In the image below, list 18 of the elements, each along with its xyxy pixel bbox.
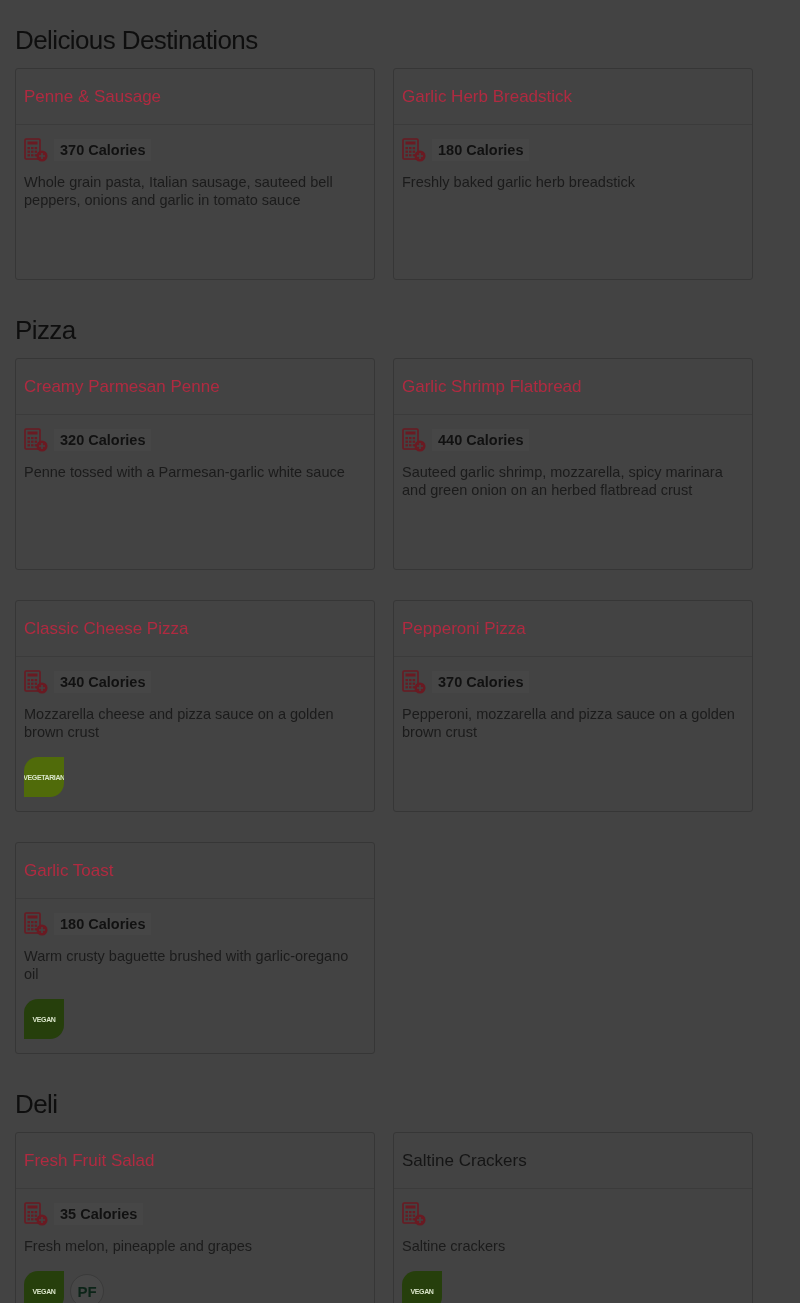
- calculator-plus-icon[interactable]: [24, 670, 48, 694]
- item-title-link[interactable]: Garlic Herb Breadstick: [402, 86, 573, 107]
- calculator-plus-icon[interactable]: [402, 138, 426, 162]
- plant-forward-badge: PF: [70, 1274, 104, 1303]
- item-title-link[interactable]: Garlic Shrimp Flatbread: [402, 376, 582, 397]
- item-title-link[interactable]: Fresh Fruit Salad: [24, 1150, 155, 1171]
- calculator-plus-icon[interactable]: [24, 1202, 48, 1226]
- calculator-plus-icon[interactable]: [24, 912, 48, 936]
- calculator-plus-icon[interactable]: [402, 1202, 426, 1226]
- item-title-link[interactable]: Creamy Parmesan Penne: [24, 376, 220, 397]
- item-title-link[interactable]: Classic Cheese Pizza: [24, 618, 189, 639]
- calculator-plus-icon[interactable]: [402, 428, 426, 452]
- calculator-plus-icon[interactable]: [402, 670, 426, 694]
- calculator-plus-icon[interactable]: [24, 428, 48, 452]
- item-title-link[interactable]: Garlic Toast: [24, 860, 114, 881]
- item-title-link[interactable]: Pepperoni Pizza: [402, 618, 526, 639]
- item-title-link[interactable]: Penne & Sausage: [24, 86, 162, 107]
- calculator-plus-icon[interactable]: [24, 138, 48, 162]
